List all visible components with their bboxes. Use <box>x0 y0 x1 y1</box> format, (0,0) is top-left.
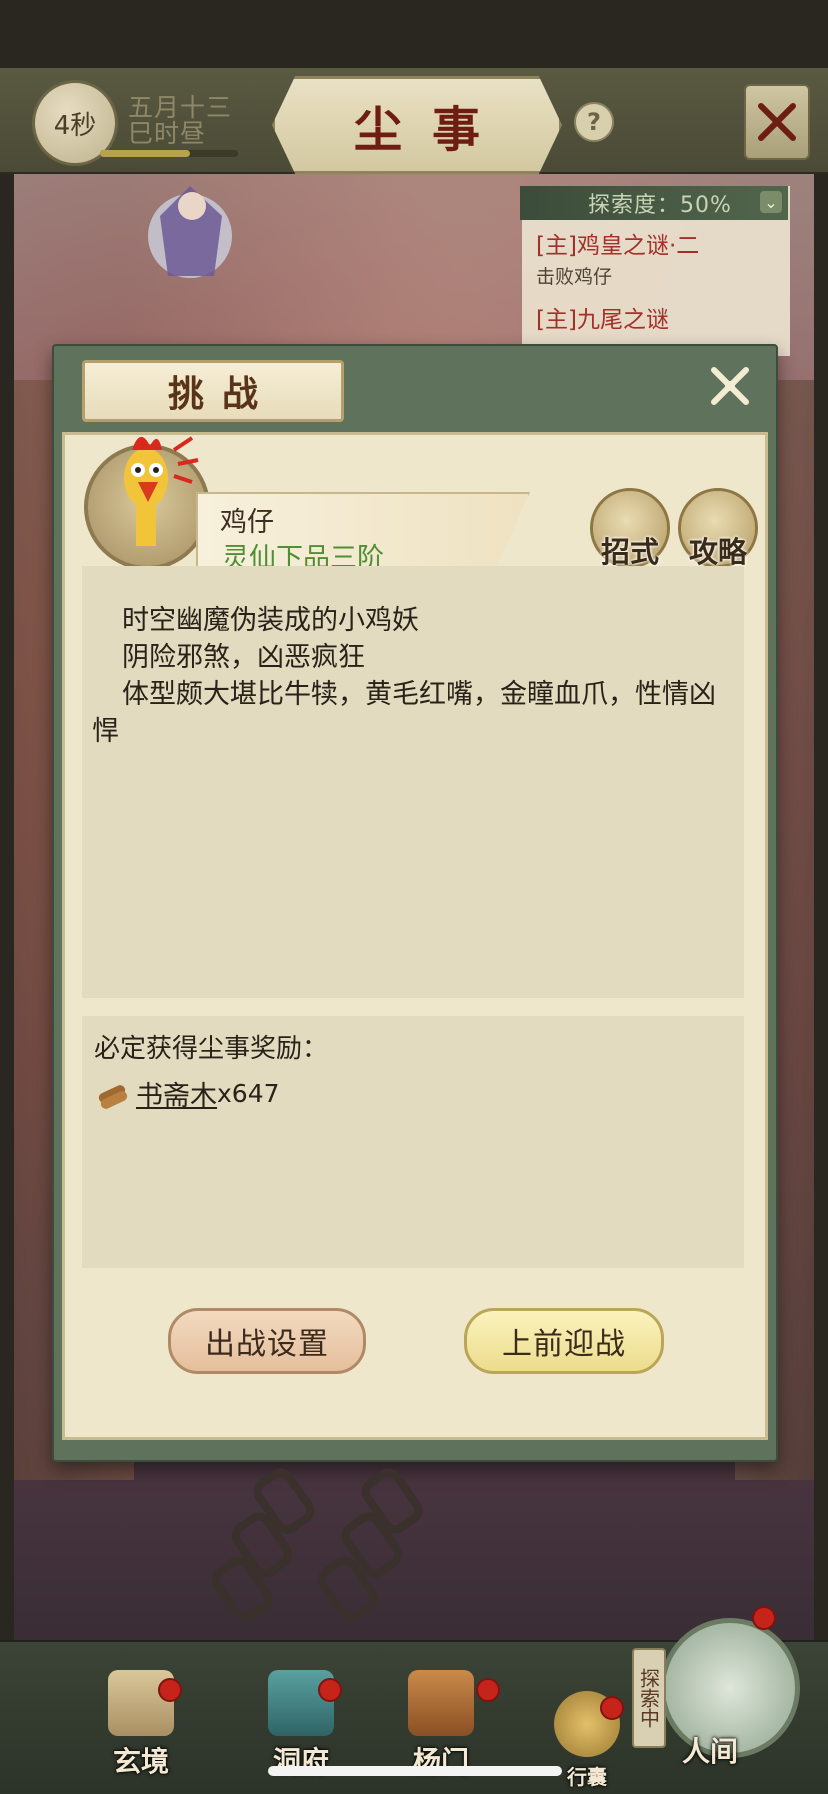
notification-dot <box>476 1678 500 1702</box>
chevron-down-icon[interactable]: ⌄ <box>760 191 782 213</box>
timer-text: 4秒 <box>53 110 97 141</box>
home-indicator[interactable] <box>268 1766 562 1776</box>
nav-label: 玄境 <box>112 1745 169 1778</box>
description-line: 时空幽魔伪装成的小鸡妖 <box>122 605 419 636</box>
reward-name[interactable]: 书斋木 <box>136 1074 217 1113</box>
quest-title[interactable]: [主]九尾之谜 <box>536 300 669 334</box>
close-x-icon <box>758 103 796 141</box>
quest-title[interactable]: [主]鸡皇之谜·二 <box>536 226 699 260</box>
fight-button[interactable]: 上前迎战 <box>464 1308 664 1374</box>
chicken-icon <box>124 436 199 546</box>
page-title: 尘事 <box>353 102 510 158</box>
dialog-title-plaque: 挑战 <box>82 360 344 422</box>
quest-subtitle: 击败鸡仔 <box>536 266 613 288</box>
nav-label-renjian[interactable]: 人间 <box>682 1730 738 1770</box>
nav-item-yangmen[interactable]: 杨门 <box>386 1650 496 1780</box>
enemy-description: 时空幽魔伪装成的小鸡妖 阴险邪煞，凶恶疯狂 体型颇大堪比牛犊，黄毛红嘴，金瞳血爪… <box>92 602 736 750</box>
reward-quantity: x647 <box>217 1079 280 1108</box>
nav-item-dongfu[interactable]: 洞府 <box>246 1650 356 1780</box>
notification-dot <box>752 1606 776 1630</box>
notification-dot <box>318 1678 342 1702</box>
explore-progress-label: 探索度：50% <box>588 193 732 218</box>
notification-dot <box>600 1696 624 1720</box>
battle-setup-button[interactable]: 出战设置 <box>168 1308 366 1374</box>
enemy-avatar <box>84 436 210 570</box>
game-time: 巳时昼 <box>128 119 207 148</box>
guide-button[interactable]: 攻略 <box>678 488 758 569</box>
banner-icon <box>408 1670 474 1736</box>
reward-item[interactable]: 书斋木 x647 <box>94 1074 280 1113</box>
dialog-title: 挑战 <box>167 373 276 415</box>
description-line: 阴险邪煞，凶恶疯狂 <box>122 642 365 673</box>
player-character-sprite <box>148 186 232 278</box>
wood-log-icon <box>98 1084 128 1109</box>
notification-dot <box>158 1678 182 1702</box>
day-progress-fill <box>100 150 190 157</box>
exploring-label: 探索中 <box>636 1668 661 1728</box>
nav-item-xuanjing[interactable]: 玄境 <box>86 1650 196 1780</box>
nav-label: 行囊 <box>567 1765 607 1789</box>
guide-label: 攻略 <box>688 535 747 569</box>
description-line: 体型颇大堪比牛犊，黄毛红嘴，金瞳血爪，性情凶悍 <box>92 679 716 747</box>
title-plaque: 尘事 <box>272 76 562 174</box>
help-button[interactable]: ? <box>574 102 614 142</box>
moves-label: 招式 <box>600 535 659 569</box>
enemy-name: 鸡仔 <box>220 507 274 538</box>
exploring-tag: 探索中 <box>632 1648 666 1748</box>
moves-button[interactable]: 招式 <box>590 488 670 569</box>
close-x-icon <box>711 367 749 405</box>
reward-heading: 必定获得尘事奖励： <box>94 1034 329 1064</box>
close-top-button[interactable] <box>744 84 810 160</box>
dialog-close-button[interactable] <box>706 362 754 410</box>
explore-progress-bar[interactable]: 探索度：50% ⌄ <box>520 186 788 220</box>
question-icon: ? <box>587 108 601 136</box>
